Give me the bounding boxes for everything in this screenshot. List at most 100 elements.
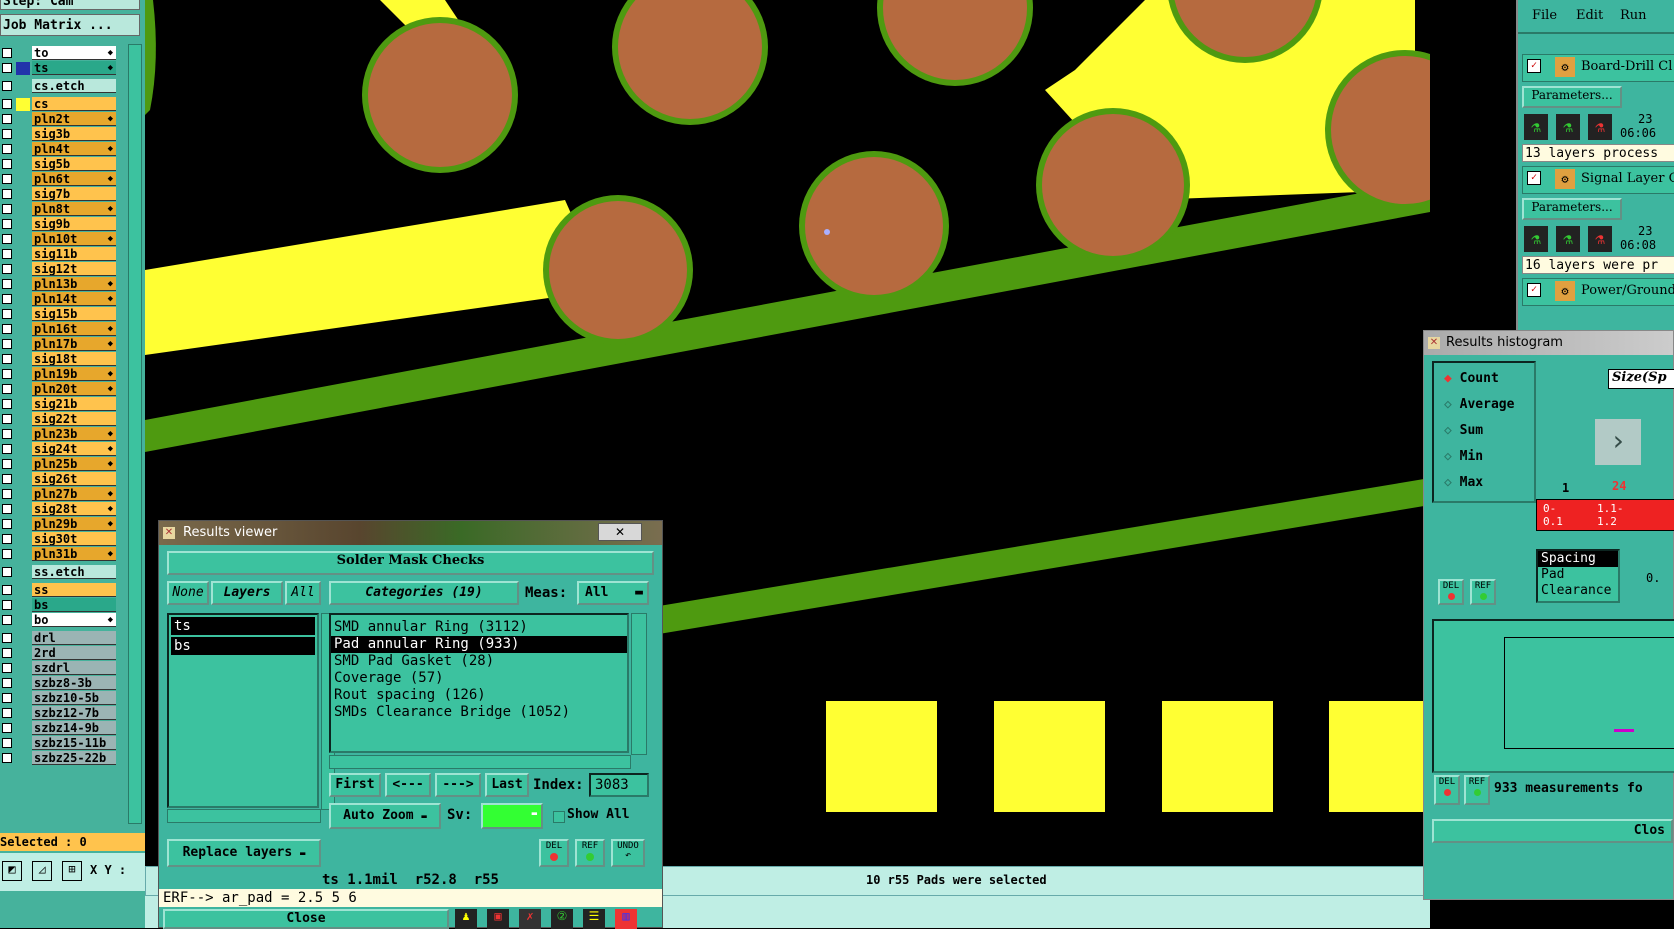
layer-name[interactable]: szbz8-3b bbox=[32, 676, 116, 690]
person-icon[interactable]: ♟ bbox=[455, 909, 477, 929]
layer-color-swatch[interactable] bbox=[16, 413, 30, 426]
layer-color-swatch[interactable] bbox=[16, 398, 30, 411]
layer-row[interactable]: cs bbox=[0, 97, 118, 111]
layer-name[interactable]: pln23b ◆ bbox=[32, 427, 116, 441]
layer-row[interactable]: sig15b bbox=[0, 307, 118, 321]
next-button[interactable]: ---> bbox=[435, 773, 481, 797]
layer-color-swatch[interactable] bbox=[16, 662, 30, 675]
layer-row[interactable]: pln14t ◆ bbox=[0, 292, 118, 306]
layer-color-swatch[interactable] bbox=[16, 62, 30, 75]
layer-color-swatch[interactable] bbox=[16, 263, 30, 276]
layer-name[interactable]: pln8t ◆ bbox=[32, 202, 116, 216]
layer-checkbox[interactable] bbox=[2, 81, 12, 91]
layer-name[interactable]: sig3b bbox=[32, 127, 116, 141]
layer-color-swatch[interactable] bbox=[16, 113, 30, 126]
layer-name[interactable]: szbz15-11b bbox=[32, 736, 116, 750]
layer-name[interactable]: pln25b ◆ bbox=[32, 457, 116, 471]
measure-tool-icon[interactable]: ◿ bbox=[32, 861, 52, 881]
layer-checkbox[interactable] bbox=[2, 444, 12, 454]
menu-edit[interactable]: Edit bbox=[1576, 8, 1603, 23]
layer-color-swatch[interactable] bbox=[16, 248, 30, 261]
layer-checkbox[interactable] bbox=[2, 414, 12, 424]
layer-row[interactable]: ss.etch bbox=[0, 565, 118, 579]
category-item[interactable]: SMD Pad Gasket (28) bbox=[331, 653, 627, 670]
layer-color-swatch[interactable] bbox=[16, 368, 30, 381]
layer-checkbox[interactable] bbox=[2, 534, 12, 544]
layer-name[interactable]: pln4t ◆ bbox=[32, 142, 116, 156]
histogram-titlebar[interactable]: ✕ Results histogram bbox=[1424, 331, 1673, 355]
layer-checkbox[interactable] bbox=[2, 219, 12, 229]
undo-button[interactable]: UNDO ↶ bbox=[611, 839, 645, 867]
layer-name[interactable]: pln13b ◆ bbox=[32, 277, 116, 291]
layer-checkbox[interactable] bbox=[2, 114, 12, 124]
layer-scrollbar[interactable] bbox=[128, 44, 142, 824]
close-button[interactable]: Close bbox=[163, 909, 449, 929]
layer-name[interactable]: sig26t bbox=[32, 472, 116, 486]
layer-row[interactable]: szbz15-11b bbox=[0, 736, 118, 750]
layer-name[interactable]: ts ◆ bbox=[32, 61, 116, 75]
layer-name[interactable]: ss.etch bbox=[32, 565, 116, 579]
layer-name[interactable]: szbz10-5b bbox=[32, 691, 116, 705]
category-listbox[interactable]: SMD annular Ring (3112) Pad annular Ring … bbox=[329, 613, 629, 753]
layer-checkbox[interactable] bbox=[2, 549, 12, 559]
run-icon[interactable]: ⚗ bbox=[1588, 226, 1612, 252]
radio-icon[interactable]: ◇ bbox=[1444, 423, 1452, 438]
layer-listbox[interactable]: ts bs bbox=[167, 613, 319, 808]
layer-color-swatch[interactable] bbox=[16, 128, 30, 141]
del-button[interactable]: DEL bbox=[539, 839, 569, 867]
report-icon[interactable]: ☰ bbox=[583, 909, 605, 929]
radio-icon[interactable]: ◇ bbox=[1444, 397, 1452, 412]
layer-checkbox[interactable] bbox=[2, 459, 12, 469]
layer-checkbox[interactable] bbox=[2, 399, 12, 409]
layer-name[interactable]: pln20t ◆ bbox=[32, 382, 116, 396]
check-mark-icon[interactable]: ✓ bbox=[1527, 283, 1541, 297]
layer-name[interactable]: pln17b ◆ bbox=[32, 337, 116, 351]
layer-color-swatch[interactable] bbox=[16, 80, 30, 93]
layer-checkbox[interactable] bbox=[2, 204, 12, 214]
layer-name[interactable]: pln29b ◆ bbox=[32, 517, 116, 531]
layer-color-swatch[interactable] bbox=[16, 647, 30, 660]
layer-checkbox[interactable] bbox=[2, 474, 12, 484]
layer-color-swatch[interactable] bbox=[16, 218, 30, 231]
layer-name[interactable]: sig7b bbox=[32, 187, 116, 201]
layer-color-swatch[interactable] bbox=[16, 503, 30, 516]
layer-row[interactable]: sig30t bbox=[0, 532, 118, 546]
number-icon[interactable]: ② bbox=[551, 909, 573, 929]
layer-name[interactable]: sig9b bbox=[32, 217, 116, 231]
layer-row[interactable]: pln27b ◆ bbox=[0, 487, 118, 501]
layer-row[interactable]: ss bbox=[0, 583, 118, 597]
run-icon[interactable]: ⚗ bbox=[1524, 226, 1548, 252]
layer-row[interactable]: cs.etch bbox=[0, 79, 118, 93]
layer-checkbox[interactable] bbox=[2, 708, 12, 718]
layer-name[interactable]: sig11b bbox=[32, 247, 116, 261]
run-icon[interactable]: ⚗ bbox=[1556, 226, 1580, 252]
layer-color-swatch[interactable] bbox=[16, 458, 30, 471]
select-tool-icon[interactable]: ◩ bbox=[2, 861, 22, 881]
category-item[interactable]: Coverage (57) bbox=[331, 670, 627, 687]
layer-name[interactable]: pln14t ◆ bbox=[32, 292, 116, 306]
layer-row[interactable]: szbz25-22b bbox=[0, 751, 118, 765]
layer-name[interactable]: to ◆ bbox=[32, 46, 116, 60]
next-arrow-button[interactable]: › bbox=[1595, 419, 1641, 465]
layer-color-swatch[interactable] bbox=[16, 722, 30, 735]
layer-name[interactable]: drl bbox=[32, 631, 116, 645]
layer-checkbox[interactable] bbox=[2, 324, 12, 334]
display-icon[interactable]: ▣ bbox=[487, 909, 509, 929]
layer-row[interactable]: pln16t ◆ bbox=[0, 322, 118, 336]
layer-row[interactable]: sig11b bbox=[0, 247, 118, 261]
layer-checkbox[interactable] bbox=[2, 678, 12, 688]
layer-color-swatch[interactable] bbox=[16, 677, 30, 690]
stat-option[interactable]: ◇ Average bbox=[1444, 397, 1514, 412]
layer-row[interactable]: 2rd bbox=[0, 646, 118, 660]
layer-name[interactable]: sig12t bbox=[32, 262, 116, 276]
layer-color-swatch[interactable] bbox=[16, 383, 30, 396]
layer-name[interactable]: sig15b bbox=[32, 307, 116, 321]
layer-checkbox[interactable] bbox=[2, 159, 12, 169]
check-row[interactable]: ✓ ⚙ Power/Ground bbox=[1522, 278, 1674, 306]
layer-checkbox[interactable] bbox=[2, 738, 12, 748]
measurements-ref-button[interactable]: REF bbox=[1464, 775, 1490, 805]
layer-row[interactable]: bo ◆ bbox=[0, 613, 118, 627]
layer-name[interactable]: sig21b bbox=[32, 397, 116, 411]
prev-button[interactable]: <--- bbox=[385, 773, 431, 797]
layer-color-swatch[interactable] bbox=[16, 518, 30, 531]
